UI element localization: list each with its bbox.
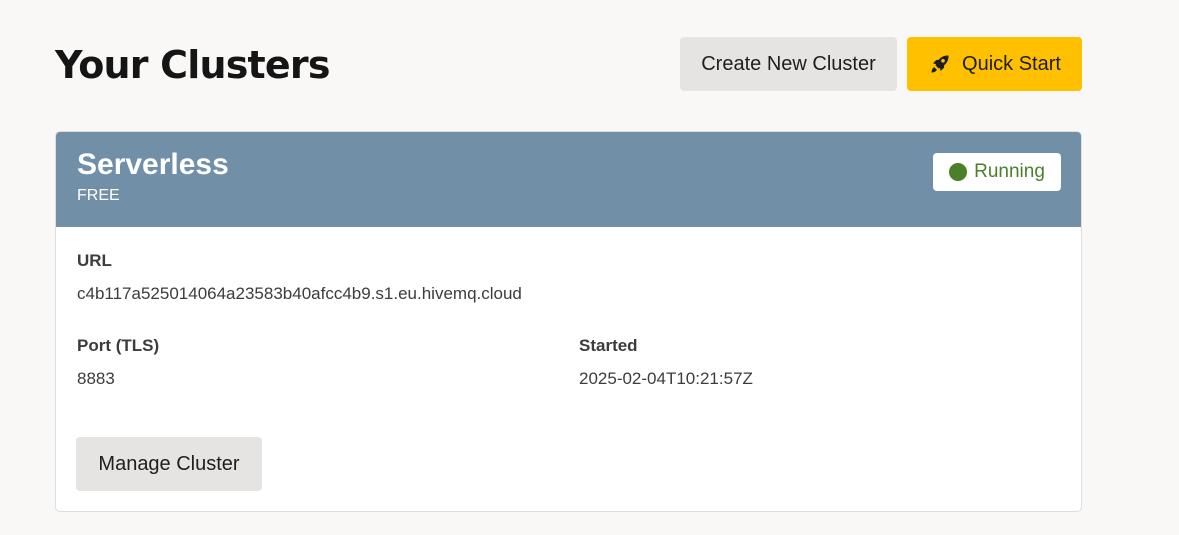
status-badge: Running [933, 153, 1061, 191]
url-value: c4b117a525014064a23583b40afcc4b9.s1.eu.h… [77, 284, 522, 303]
quick-start-label: Quick Start [962, 52, 1061, 75]
cluster-card-header: Serverless FREE Running [56, 132, 1081, 227]
quick-start-button[interactable]: Quick Start [907, 37, 1082, 91]
port-value: 8883 [77, 369, 115, 388]
manage-cluster-button[interactable]: Manage Cluster [76, 437, 262, 491]
cluster-plan: FREE [77, 187, 120, 204]
started-label: Started [579, 336, 638, 355]
status-dot-icon [949, 163, 968, 181]
cluster-card: Serverless FREE Running URL c4b117a52501… [55, 131, 1082, 512]
header-actions: Create New Cluster Quick Start [680, 37, 1082, 91]
cluster-name: Serverless [77, 148, 229, 181]
rocket-icon [928, 52, 952, 76]
url-label: URL [77, 251, 112, 270]
page-title: Your Clusters [55, 43, 330, 87]
port-label: Port (TLS) [77, 336, 160, 355]
started-value: 2025-02-04T10:21:57Z [579, 369, 753, 388]
create-new-cluster-button[interactable]: Create New Cluster [680, 37, 897, 91]
status-label: Running [974, 161, 1045, 182]
